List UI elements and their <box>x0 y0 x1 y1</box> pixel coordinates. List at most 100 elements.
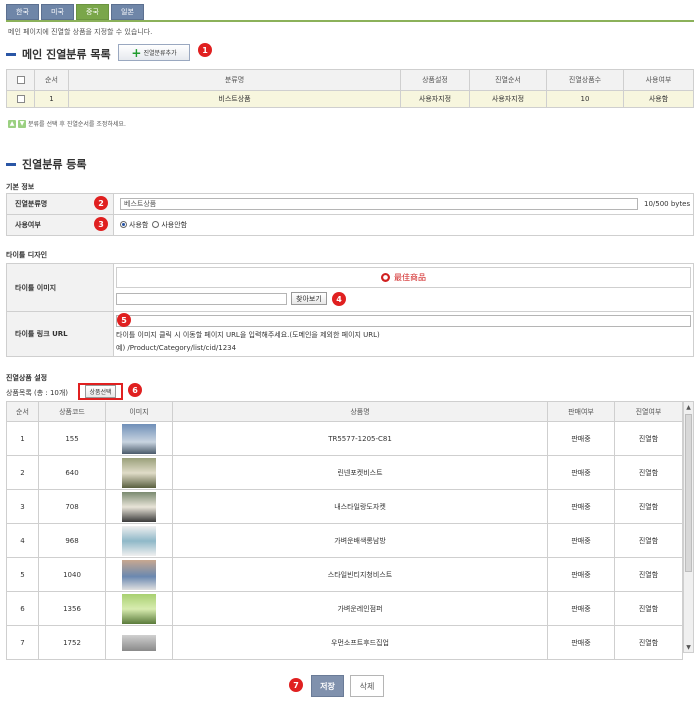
register-title-text: 진열분류 등록 <box>22 158 87 171</box>
row-display: 진열함 <box>614 489 683 524</box>
title-link-cell: 타이틀 이미지 클릭 시 이동할 페이지 URL을 입력해주세요.(도메인을 제… <box>113 311 694 357</box>
row-code: 640 <box>38 455 106 490</box>
marker-7: 7 <box>289 678 303 692</box>
display-products-heading: 진열상품 설정 <box>6 374 48 382</box>
product-thumbnail <box>122 423 156 454</box>
row-display: 진열함 <box>614 625 683 660</box>
title-image-icon: ● <box>381 273 390 282</box>
row-order: 5 <box>6 557 39 592</box>
radio-unuse-label[interactable]: 사용안함 <box>161 220 187 230</box>
name-input[interactable]: 베스트상품 <box>120 198 638 210</box>
title-image-cell: ● 最佳商品 찾아보기 <box>113 263 694 312</box>
row-count: 10 <box>546 90 624 108</box>
title-design-heading: 타이틀 디자인 <box>6 251 48 259</box>
table-row[interactable]: 1 비스트상품 사용자지정 사용자지정 10 사용함 <box>6 90 694 108</box>
table-row[interactable]: 6 1356 가벼운레인점퍼 판매중 진열함 <box>6 591 683 626</box>
register-title: 진열분류 등록 <box>6 156 87 172</box>
product-table: 순서 상품코드 이미지 상품명 판매여부 진열여부 1 155 TR5577-1… <box>6 401 683 660</box>
row-sale: 판매중 <box>547 523 615 558</box>
row-name: 우먼소프트후드집업 <box>172 625 548 660</box>
table-row[interactable]: 1 155 TR5577-1205-C81 판매중 진열함 <box>6 421 683 456</box>
radio-use-label[interactable]: 사용함 <box>129 220 148 230</box>
row-sale: 판매중 <box>547 489 615 524</box>
col-order: 순서 <box>34 69 69 91</box>
row-product-setting: 사용자지정 <box>400 90 470 108</box>
row-name: 스타일빈티지청비스트 <box>172 557 548 592</box>
scroll-up-icon[interactable]: ▲ <box>684 402 693 412</box>
file-path-input[interactable] <box>116 292 287 305</box>
product-thumbnail <box>122 634 156 651</box>
title-link-input[interactable] <box>116 315 691 327</box>
product-thumbnail <box>122 525 156 556</box>
marker-6: 6 <box>128 383 142 397</box>
table-row[interactable]: 3 708 내스타일랑도자켓 판매중 진열함 <box>6 489 683 524</box>
save-button[interactable]: 저장 <box>311 675 344 697</box>
marker-5: 5 <box>117 313 131 327</box>
tab-china[interactable]: 중국 <box>76 4 109 20</box>
move-up-icon[interactable]: ▲ <box>8 119 16 128</box>
marker-1: 1 <box>198 43 212 57</box>
product-thumbnail <box>122 593 156 624</box>
product-thumbnail <box>122 491 156 522</box>
row-name: 린넨포켓비스트 <box>172 455 548 490</box>
row-code: 1040 <box>38 557 106 592</box>
product-thumbnail <box>122 559 156 590</box>
product-thumbnail <box>122 457 156 488</box>
row-sale: 판매중 <box>547 557 615 592</box>
language-tabs: 한국 미국 중국 일본 <box>6 4 144 20</box>
product-count-label: 상품목록 (총 : 10개) <box>6 389 69 397</box>
row-display: 진열함 <box>614 421 683 456</box>
row-image-cell <box>105 625 173 660</box>
table-row[interactable]: 5 1040 스타일빈티지청비스트 판매중 진열함 <box>6 557 683 592</box>
page-description: 메인 페이지에 진열할 상품을 지정할 수 있습니다. <box>8 28 153 36</box>
row-use: 사용함 <box>623 90 694 108</box>
row-code: 1752 <box>38 625 106 660</box>
scroll-down-icon[interactable]: ▼ <box>684 642 693 652</box>
row-code: 968 <box>38 523 106 558</box>
row-checkbox[interactable] <box>16 95 25 103</box>
radio-use-icon[interactable] <box>120 221 127 229</box>
main-list-title: 메인 진열분류 목록 <box>6 46 111 62</box>
table-row[interactable]: 4 968 가벼운배색롱남방 판매중 진열함 <box>6 523 683 558</box>
row-image-cell <box>105 455 173 490</box>
select-all-checkbox[interactable] <box>16 76 25 84</box>
col-display: 진열여부 <box>614 401 683 422</box>
use-cell: 사용함 사용안함 <box>113 214 694 236</box>
add-category-label: 진열분류추가 <box>143 50 177 57</box>
col-product-setting: 상품설정 <box>400 69 470 91</box>
title-link-example: 예) /Product/Category/list/cid/1234 <box>116 344 237 352</box>
select-product-button[interactable]: 상품선택 <box>85 385 116 398</box>
move-down-icon[interactable]: ▼ <box>18 119 26 128</box>
browse-button[interactable]: 찾아보기 <box>291 292 327 305</box>
row-sale: 판매중 <box>547 421 615 456</box>
name-cell: 베스트상품 10/500 bytes <box>113 193 694 215</box>
row-order: 6 <box>6 591 39 626</box>
radio-unuse-icon[interactable] <box>152 221 160 229</box>
marker-2: 2 <box>94 196 108 210</box>
title-link-help: 타이틀 이미지 클릭 시 이동할 페이지 URL을 입력해주세요.(도메인을 제… <box>116 331 380 339</box>
select-all-header <box>6 69 35 91</box>
product-list-scrollbar[interactable]: ▲ ▼ <box>683 401 694 653</box>
title-image-label: 타이틀 이미지 <box>6 263 114 312</box>
delete-button[interactable]: 삭제 <box>350 675 384 697</box>
tab-underline <box>6 20 694 22</box>
row-code: 708 <box>38 489 106 524</box>
col-order: 순서 <box>6 401 39 422</box>
tab-japan[interactable]: 일본 <box>111 4 144 20</box>
col-image: 이미지 <box>105 401 173 422</box>
name-bytes: 10/500 bytes <box>644 200 691 208</box>
row-display: 진열함 <box>614 523 683 558</box>
row-sale: 판매중 <box>547 455 615 490</box>
scroll-thumb[interactable] <box>685 414 692 572</box>
row-order: 1 <box>34 90 69 108</box>
add-category-button[interactable]: + 진열분류추가 <box>118 44 190 61</box>
table-row[interactable]: 2 640 린넨포켓비스트 판매중 진열함 <box>6 455 683 490</box>
category-table: 순서 분류명 상품설정 진열순서 진열상품수 사용여부 1 비스트상품 사용자지… <box>6 69 694 108</box>
row-image-cell <box>105 489 173 524</box>
tab-usa[interactable]: 미국 <box>41 4 74 20</box>
marker-3: 3 <box>94 217 108 231</box>
title-image-preview: ● 最佳商品 <box>116 267 691 288</box>
tab-korea[interactable]: 한국 <box>6 4 39 20</box>
move-hint: 분류를 선택 후 진열순서를 조정하세요. <box>28 121 126 128</box>
table-row[interactable]: 7 1752 우먼소프트후드집업 판매중 진열함 <box>6 625 683 660</box>
